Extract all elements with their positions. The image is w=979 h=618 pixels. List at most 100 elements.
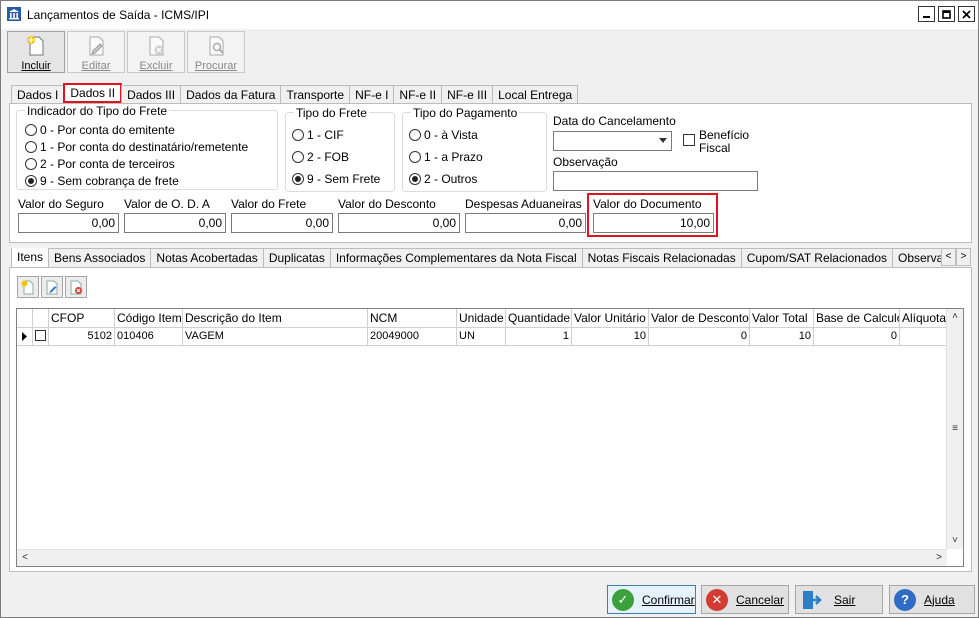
- scroll-right-icon[interactable]: >: [931, 550, 947, 566]
- radio-selected-icon: [25, 175, 37, 187]
- cell-ncm[interactable]: 20049000: [368, 328, 457, 346]
- scroll-up-icon[interactable]: ˄: [947, 309, 963, 325]
- beneficio-fiscal-checkbox[interactable]: [683, 134, 695, 146]
- valor-frete-input[interactable]: 0,00: [231, 213, 333, 233]
- tab-scroll-left-icon[interactable]: <: [941, 248, 956, 266]
- radio-outros[interactable]: 2 - Outros: [409, 172, 477, 186]
- col-valor-desconto[interactable]: Valor de Desconto: [649, 309, 750, 328]
- radio-sem-frete[interactable]: 9 - Sem Frete: [292, 172, 380, 186]
- cell-quantidade[interactable]: 1: [506, 328, 572, 346]
- tab-cupom-sat[interactable]: Cupom/SAT Relacionados: [740, 248, 893, 267]
- cell-base-calculo[interactable]: 0: [814, 328, 900, 346]
- valor-desconto-input[interactable]: 0,00: [338, 213, 460, 233]
- horizontal-scrollbar[interactable]: < >: [17, 549, 947, 566]
- observacao-input[interactable]: [553, 171, 758, 191]
- row-indicator: [17, 328, 33, 346]
- cell-valor-desconto[interactable]: 0: [649, 328, 750, 346]
- valor-seguro-input[interactable]: 0,00: [18, 213, 119, 233]
- radio-label: 0 - Por conta do emitente: [40, 123, 175, 137]
- vertical-scrollbar[interactable]: ˄ ≡ ˅: [946, 309, 963, 549]
- radio-a-vista[interactable]: 0 - à Vista: [409, 128, 478, 142]
- valor-oda-input[interactable]: 0,00: [124, 213, 226, 233]
- radio-icon: [409, 129, 421, 141]
- close-button[interactable]: [958, 6, 975, 22]
- confirmar-label: Confirmar: [642, 592, 695, 607]
- col-descricao[interactable]: Descrição do Item: [183, 309, 368, 328]
- valor-desconto-label: Valor do Desconto: [338, 197, 436, 211]
- dados-ii-panel: Indicador do Tipo do Frete 0 - Por conta…: [9, 103, 972, 243]
- radio-fob[interactable]: 2 - FOB: [292, 150, 349, 164]
- tab-dados-iii[interactable]: Dados III: [121, 85, 182, 104]
- items-grid: CFOP Código Item Descrição do Item NCM U…: [16, 308, 964, 567]
- valor-documento-input[interactable]: 10,00: [593, 213, 714, 233]
- cancelar-button[interactable]: ✕ Cancelar: [701, 585, 789, 614]
- tab-nfe-ii[interactable]: NF-e II: [393, 85, 443, 104]
- valor-documento-label: Valor do Documento: [593, 197, 702, 211]
- radio-frete-emitente[interactable]: 0 - Por conta do emitente: [25, 123, 175, 137]
- radio-icon: [292, 151, 304, 163]
- col-cfop[interactable]: CFOP: [49, 309, 115, 328]
- window-title: Lançamentos de Saída - ICMS/IPI: [27, 8, 210, 22]
- col-base-calculo[interactable]: Base de Calculo: [814, 309, 900, 328]
- col-quantidade[interactable]: Quantidade: [506, 309, 572, 328]
- cell-cfop[interactable]: 5102: [49, 328, 115, 346]
- radio-frete-terceiros[interactable]: 2 - Por conta de terceiros: [25, 157, 175, 171]
- tab-local-entrega[interactable]: Local Entrega: [492, 85, 579, 104]
- bank-icon: [7, 7, 21, 21]
- tab-transporte[interactable]: Transporte: [280, 85, 351, 104]
- row-checkbox-cell: [33, 328, 49, 346]
- col-valor-total[interactable]: Valor Total: [750, 309, 814, 328]
- radio-cif[interactable]: 1 - CIF: [292, 128, 344, 142]
- radio-icon: [25, 124, 37, 136]
- col-unidade[interactable]: Unidade: [457, 309, 506, 328]
- radio-frete-sem-cobranca[interactable]: 9 - Sem cobrança de frete: [25, 174, 179, 188]
- editar-button[interactable]: Editar: [67, 31, 125, 73]
- col-codigo-item[interactable]: Código Item: [115, 309, 183, 328]
- cell-unidade[interactable]: UN: [457, 328, 506, 346]
- detail-tabs: Itens Bens Associados Notas Acobertadas …: [11, 248, 953, 268]
- ajuda-button[interactable]: ? Ajuda: [889, 585, 975, 614]
- radio-frete-destinatario[interactable]: 1 - Por conta do destinatário/remetente: [25, 140, 248, 154]
- row-checkbox[interactable]: [35, 330, 46, 341]
- tab-itens[interactable]: Itens: [11, 248, 50, 268]
- table-row[interactable]: 5102 010406 VAGEM 20049000 UN 1 10 0 10 …: [17, 328, 947, 346]
- tab-dados-i[interactable]: Dados I: [11, 85, 65, 104]
- tab-duplicatas[interactable]: Duplicatas: [262, 248, 331, 267]
- procurar-button[interactable]: Procurar: [187, 31, 245, 73]
- cell-valor-unitario[interactable]: 10: [572, 328, 649, 346]
- scroll-thumb-grip-icon[interactable]: ≡: [947, 421, 963, 437]
- delete-item-button[interactable]: [65, 276, 87, 298]
- col-ncm[interactable]: NCM: [368, 309, 457, 328]
- tab-dados-ii[interactable]: Dados II: [63, 83, 123, 103]
- incluir-button[interactable]: Incluir: [7, 31, 65, 73]
- minimize-button[interactable]: [918, 6, 935, 22]
- tab-nfe-i[interactable]: NF-e I: [349, 85, 395, 104]
- maximize-button[interactable]: [938, 6, 955, 22]
- tab-scroll-right-icon[interactable]: >: [956, 248, 971, 266]
- cell-descricao[interactable]: VAGEM: [183, 328, 368, 346]
- tab-dados-fatura[interactable]: Dados da Fatura: [180, 85, 282, 104]
- despesas-aduaneiras-input[interactable]: 0,00: [465, 213, 586, 233]
- cell-valor-total[interactable]: 10: [750, 328, 814, 346]
- tab-info-complementares[interactable]: Informações Complementares da Nota Fisca…: [329, 248, 583, 267]
- add-item-button[interactable]: [17, 276, 39, 298]
- tab-notas-relacionadas[interactable]: Notas Fiscais Relacionadas: [581, 248, 742, 267]
- tab-notas-acobertadas[interactable]: Notas Acobertadas: [150, 248, 264, 267]
- edit-item-button[interactable]: [41, 276, 63, 298]
- cell-codigo-item[interactable]: 010406: [115, 328, 183, 346]
- bottom-bar: ✓ Confirmar ✕ Cancelar Sair ? Ajuda: [1, 579, 978, 617]
- tipo-pagamento-label: Tipo do Pagamento: [411, 106, 520, 120]
- scroll-left-icon[interactable]: <: [17, 550, 33, 566]
- data-cancelamento-select[interactable]: [553, 131, 672, 151]
- tab-bens-associados[interactable]: Bens Associados: [48, 248, 152, 267]
- tab-nfe-iii[interactable]: NF-e III: [441, 85, 494, 104]
- scroll-down-icon[interactable]: ˅: [947, 533, 963, 549]
- maximize-icon: [942, 9, 951, 19]
- col-valor-unitario[interactable]: Valor Unitário: [572, 309, 649, 328]
- excluir-button[interactable]: Excluir: [127, 31, 185, 73]
- sair-button[interactable]: Sair: [795, 585, 883, 614]
- radio-a-prazo[interactable]: 1 - a Prazo: [409, 150, 483, 164]
- cell-aliquota[interactable]: [900, 328, 947, 346]
- confirmar-button[interactable]: ✓ Confirmar: [607, 585, 696, 614]
- col-aliquota[interactable]: Alíquota: [900, 309, 947, 328]
